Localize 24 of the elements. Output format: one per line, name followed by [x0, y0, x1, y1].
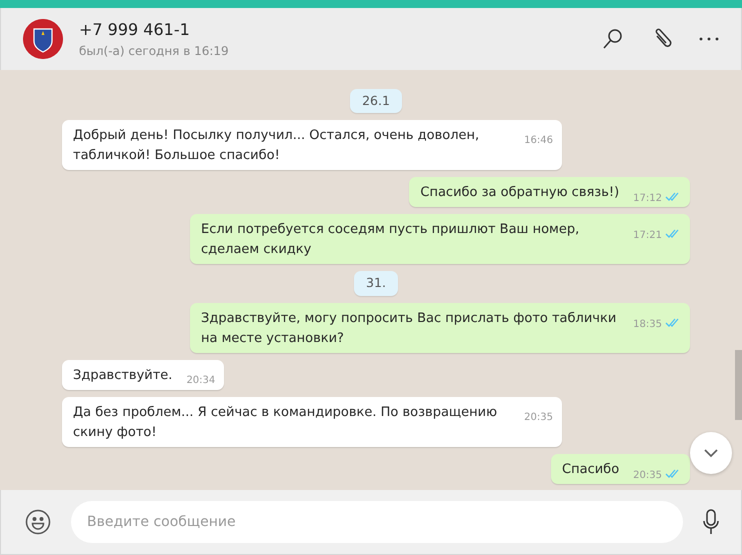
message-text: Здравствуйте, могу попросить Вас прислать фото таблички на месте установки?: [201, 311, 616, 346]
contact-name: +7 999 461-1: [79, 19, 191, 41]
message-time: 20:35: [633, 470, 662, 481]
message-text: Здравствуйте.: [73, 368, 172, 383]
message-time: 16:46: [524, 135, 553, 146]
date-chip: 26.1: [350, 88, 402, 114]
message-text: Спасибо: [562, 462, 620, 477]
scrollbar[interactable]: [735, 350, 742, 420]
message-text: Спасибо за обратную связь!): [420, 185, 620, 200]
message-time: 20:34: [186, 375, 216, 386]
microphone-icon[interactable]: [703, 509, 719, 535]
message-time: 20:35: [524, 412, 553, 423]
message-time: 17:21: [633, 230, 662, 242]
message-input[interactable]: Введите сообщение: [71, 501, 683, 543]
date-chip: 31.: [354, 271, 398, 296]
message-text: Добрый день! Посылку получил... Остался, очень доволен, табличкой! Большое спасибо!: [73, 128, 480, 164]
message-text: Если потребуется соседям пусть пришлют Ваш номер, сделаем скидку: [201, 222, 580, 258]
avatar[interactable]: [23, 19, 63, 59]
emoji-icon[interactable]: [25, 509, 51, 535]
message-time: 17:12: [633, 193, 662, 204]
message-text: Да без проблем... Я сейчас в командировке. По возвращению скину фото!: [73, 405, 498, 440]
chevron-icon: [703, 448, 719, 458]
last-seen: был(-а) сегодня в 16:19: [79, 43, 230, 60]
message-time: 18:35: [633, 319, 662, 330]
